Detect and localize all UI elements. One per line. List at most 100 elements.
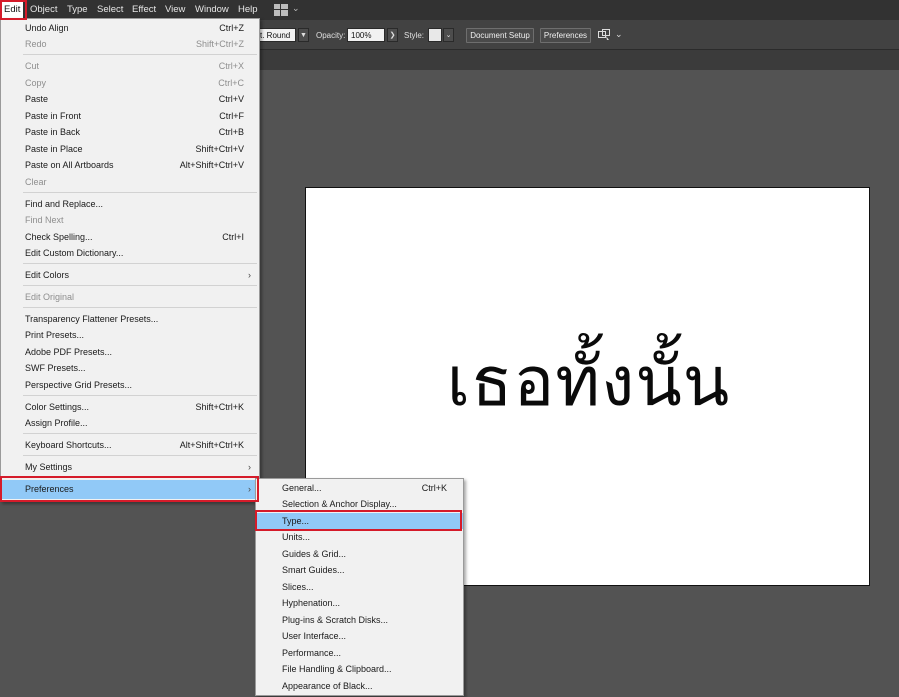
menu-item-label: Hyphenation... [282,598,341,608]
menu-object[interactable]: Object [27,3,60,17]
stroke-profile-dropdown[interactable]: ▼ [298,28,309,42]
menu-item-assign-profile[interactable]: Assign Profile... [1,415,259,431]
menu-item-label: My Settings [25,462,73,472]
edit-menu: Undo Align Ctrl+Z Redo Shift+Ctrl+Z Cut … [0,18,260,502]
chevron-down-icon: ⌄ [615,29,623,39]
menu-item-adobe-pdf-presets[interactable]: Adobe PDF Presets... [1,344,259,360]
menu-item-clear[interactable]: Clear [1,174,259,190]
menu-item-shortcut: Ctrl+K [421,483,447,493]
menu-item-label: Plug-ins & Scratch Disks... [282,615,389,625]
menu-item-paste-on-all-artboards[interactable]: Paste on All Artboards Alt+Shift+Ctrl+V [1,157,259,173]
menu-separator [23,192,257,193]
menu-item-label: Perspective Grid Presets... [25,380,133,390]
menu-item-label: Find and Replace... [25,199,104,209]
menu-select[interactable]: Select [94,3,126,17]
menu-item-redo[interactable]: Redo Shift+Ctrl+Z [1,36,259,52]
menu-item-keyboard-shortcuts[interactable]: Keyboard Shortcuts... Alt+Shift+Ctrl+K [1,437,259,453]
menu-item-label: Paste in Front [25,111,82,121]
menu-item-units[interactable]: Units... [256,529,463,545]
opacity-field[interactable]: 100% [347,28,385,42]
menu-item-perspective-grid-presets[interactable]: Perspective Grid Presets... [1,377,259,393]
style-dropdown[interactable]: ⌄ [443,28,454,42]
menu-item-paste-in-front[interactable]: Paste in Front Ctrl+F [1,108,259,124]
style-label: Style: [404,31,425,40]
menu-separator [23,455,257,456]
menu-help[interactable]: Help [235,3,261,17]
arrange-documents-icon[interactable]: ⌄ [598,29,624,41]
menu-item-label: User Interface... [282,631,347,641]
menu-item-label: Units... [282,532,311,542]
menu-item-color-settings[interactable]: Color Settings... Shift+Ctrl+K [1,399,259,415]
menu-item-guides-grid[interactable]: Guides & Grid... [256,546,463,562]
menu-separator [23,395,257,396]
menu-item-plugins-scratch-disks[interactable]: Plug-ins & Scratch Disks... [256,612,463,628]
menu-item-shortcut: Ctrl+V [218,94,244,104]
menu-item-paste[interactable]: Paste Ctrl+V [1,91,259,107]
menu-item-edit-colors[interactable]: Edit Colors › [1,267,259,283]
menu-item-label: Edit Original [25,292,75,302]
chevron-down-icon: ⌄ [292,3,300,13]
menu-window[interactable]: Window [192,3,232,17]
menu-item-hyphenation[interactable]: Hyphenation... [256,595,463,611]
menu-item-file-handling-clipboard[interactable]: File Handling & Clipboard... [256,661,463,677]
menu-item-label: Print Presets... [25,330,85,340]
preferences-button[interactable]: Preferences [540,28,591,43]
menu-item-label: Keyboard Shortcuts... [25,440,112,450]
menu-item-smart-guides[interactable]: Smart Guides... [256,562,463,578]
menu-item-general[interactable]: General... Ctrl+K [256,480,463,496]
style-swatch[interactable] [428,28,442,42]
menu-item-find-next[interactable]: Find Next [1,212,259,228]
menu-item-print-presets[interactable]: Print Presets... [1,327,259,343]
menu-item-edit-custom-dictionary[interactable]: Edit Custom Dictionary... [1,245,259,261]
menu-item-label: Transparency Flattener Presets... [25,314,159,324]
menu-separator [23,54,257,55]
menu-item-transparency-flattener-presets[interactable]: Transparency Flattener Presets... [1,311,259,327]
menu-item-shortcut: Ctrl+Z [219,23,244,33]
menu-item-label: Edit Colors [25,270,70,280]
menubar: Edit Object Type Select Effect View Wind… [0,0,899,20]
menu-separator [23,433,257,434]
menu-item-label: Clear [25,177,47,187]
menu-item-copy[interactable]: Copy Ctrl+C [1,75,259,91]
menu-item-user-interface[interactable]: User Interface... [256,628,463,644]
opacity-dropdown-icon[interactable]: ❯ [387,28,398,42]
menu-item-label: Paste in Back [25,127,81,137]
edit-menu-highlight [0,0,27,20]
menu-item-performance[interactable]: Performance... [256,645,463,661]
menu-separator [23,263,257,264]
opacity-label: Opacity: [316,31,346,40]
menu-item-label: Paste on All Artboards [25,160,114,170]
menu-item-my-settings[interactable]: My Settings › [1,459,259,475]
menu-effect[interactable]: Effect [129,3,159,17]
menu-item-edit-original[interactable]: Edit Original [1,289,259,305]
menu-item-label: Assign Profile... [25,418,88,428]
document-setup-button[interactable]: Document Setup [466,28,534,43]
menu-item-paste-in-place[interactable]: Paste in Place Shift+Ctrl+V [1,141,259,157]
menu-item-shortcut: Ctrl+C [218,78,244,88]
menu-item-label: Slices... [282,582,314,592]
menu-item-label: Find Next [25,215,64,225]
menu-item-shortcut: Alt+Shift+Ctrl+V [179,160,244,170]
menu-item-slices[interactable]: Slices... [256,579,463,595]
menu-item-find-and-replace[interactable]: Find and Replace... [1,196,259,212]
menu-type[interactable]: Type [64,3,91,17]
menu-item-paste-in-back[interactable]: Paste in Back Ctrl+B [1,124,259,140]
menu-item-cut[interactable]: Cut Ctrl+X [1,58,259,74]
chevron-right-icon: › [248,270,251,280]
menu-item-label: Smart Guides... [282,565,345,575]
menu-item-shortcut: Alt+Shift+Ctrl+K [179,440,244,450]
chevron-right-icon: › [248,462,251,472]
workspace-switcher[interactable]: ⌄ [274,3,302,17]
artboard-text[interactable]: เธอทั้งนั้น [306,338,871,428]
menu-item-shortcut: Ctrl+I [222,232,244,242]
menu-item-undo-align[interactable]: Undo Align Ctrl+Z [1,20,259,36]
menu-item-label: Redo [25,39,47,49]
menu-item-label: Undo Align [25,23,69,33]
menu-item-swf-presets[interactable]: SWF Presets... [1,360,259,376]
menu-item-shortcut: Ctrl+F [219,111,244,121]
stroke-profile-field[interactable]: t. Round [256,28,296,42]
menu-item-label: File Handling & Clipboard... [282,664,392,674]
menu-view[interactable]: View [162,3,188,17]
menu-item-appearance-of-black[interactable]: Appearance of Black... [256,678,463,694]
menu-item-check-spelling[interactable]: Check Spelling... Ctrl+I [1,229,259,245]
